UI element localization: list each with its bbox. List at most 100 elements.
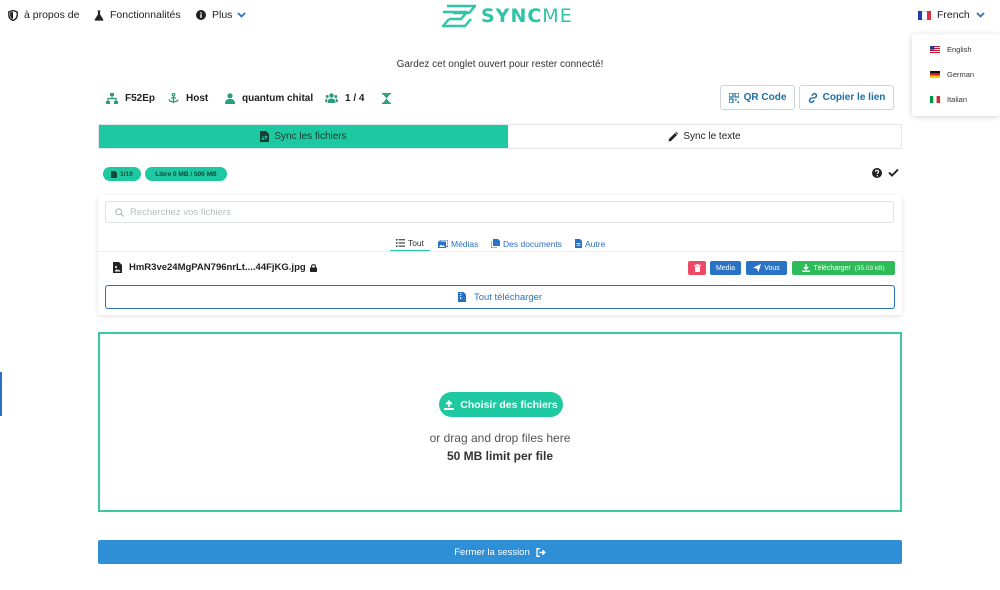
file-archive-icon <box>457 292 466 302</box>
choose-files-label: Choisir des fichiers <box>460 398 558 411</box>
file-drop-zone[interactable]: Choisir des fichiers or drag and drop fi… <box>98 332 902 512</box>
network-icon <box>106 92 118 104</box>
close-session-label: Fermer la session <box>454 546 530 558</box>
tab-sync-text[interactable]: Sync le texte <box>508 125 901 148</box>
file-row: HmR3ve24MgPAN796nrLt....44FjKG.jpg Media… <box>98 257 902 279</box>
drag-drop-hint: or drag and drop files here <box>429 431 571 445</box>
file-type-badge[interactable]: Media <box>710 261 741 275</box>
window-edge-indicator <box>0 372 2 416</box>
chevron-down-icon <box>237 12 247 18</box>
file-image-icon <box>113 262 122 273</box>
tab-sync-text-label: Sync le texte <box>683 131 741 142</box>
filter-media[interactable]: Médias <box>438 235 478 252</box>
file-name-text: HmR3ve24MgPAN796nrLt....44FjKG.jpg <box>129 262 306 273</box>
italy-flag-icon <box>930 96 940 103</box>
syncme-logo[interactable]: SYNCME <box>441 4 573 28</box>
language-option-english[interactable]: English <box>930 45 972 54</box>
nav-features-label: Fonctionnalités <box>110 9 181 21</box>
file-sync-icon <box>260 131 270 142</box>
nav-about[interactable]: à propos de <box>8 9 79 21</box>
hourglass-icon <box>382 92 391 104</box>
copy-link-label: Copier le lien <box>822 92 886 103</box>
file-count-text: 1/10 <box>120 170 133 178</box>
session-id: F52Ep <box>106 91 155 105</box>
germany-flag-icon <box>930 71 940 78</box>
question-circle-icon[interactable] <box>872 168 882 178</box>
filter-media-label: Médias <box>451 238 479 249</box>
participant-count: 1 / 4 <box>325 91 364 105</box>
filter-other-label: Autre <box>585 238 606 249</box>
participant-count-text: 1 / 4 <box>345 92 365 104</box>
lock-icon <box>309 263 317 272</box>
filter-documents[interactable]: Des documents <box>491 235 562 252</box>
session-id-text: F52Ep <box>125 92 156 104</box>
file-type-filters: Tout Médias Des documents Autre <box>98 235 902 252</box>
nav-about-label: à propos de <box>24 9 80 21</box>
file-size: (35.03 kB) <box>854 264 885 272</box>
top-nav: à propos de Fonctionnalités Plus SYNCME … <box>0 0 1000 32</box>
tab-sync-files[interactable]: Sync les fichiers <box>99 125 508 148</box>
search-input[interactable] <box>130 206 830 218</box>
copy-link-button[interactable]: Copier le lien <box>799 85 894 110</box>
download-all-button[interactable]: Tout télécharger <box>105 285 895 309</box>
list-icon <box>395 238 405 247</box>
language-menu: English German Italian <box>912 34 1000 116</box>
documents-icon <box>491 239 500 248</box>
session-role: Host <box>168 91 208 105</box>
session-user: quantum chital <box>225 91 313 105</box>
qr-code-button[interactable]: QR Code <box>720 85 795 110</box>
language-option-italian[interactable]: Italian <box>930 95 967 104</box>
france-flag-icon <box>918 10 931 20</box>
anchor-icon <box>168 92 179 103</box>
nav-features[interactable]: Fonctionnalités <box>94 9 181 21</box>
file-sender-label: Vous <box>764 264 780 272</box>
download-all-label: Tout télécharger <box>473 291 543 303</box>
session-role-text: Host <box>186 92 209 104</box>
qr-code-label: QR Code <box>743 92 787 103</box>
search-box <box>105 201 894 223</box>
session-timer <box>382 91 398 105</box>
check-icon[interactable] <box>888 168 899 177</box>
sync-mode-tabs: Sync les fichiers Sync le texte <box>98 124 902 149</box>
shield-icon <box>8 9 18 21</box>
nav-more-dropdown[interactable]: Plus <box>196 9 247 21</box>
chevron-down-icon <box>976 12 985 18</box>
file-icon <box>111 170 118 178</box>
sign-out-icon <box>536 547 546 557</box>
file-count-badge: 1/10 <box>103 167 141 181</box>
file-size-limit: 50 MB limit per file <box>446 449 554 463</box>
file-alt-icon <box>575 239 582 248</box>
file-name[interactable]: HmR3ve24MgPAN796nrLt....44FjKG.jpg <box>129 262 317 273</box>
file-list-panel: Tout Médias Des documents Autre HmR3ve24… <box>98 195 902 315</box>
language-option-label: Italian <box>947 95 968 104</box>
close-session-button[interactable]: Fermer la session <box>98 540 902 564</box>
language-option-label: English <box>947 45 972 54</box>
filter-all[interactable]: Tout <box>390 235 430 252</box>
logo-me-text: ME <box>542 5 573 27</box>
free-space-badge: Libre 0 MB / 500 MB <box>145 167 227 181</box>
download-file-button[interactable]: Télécharger (35.03 kB) <box>792 261 895 275</box>
images-icon <box>438 239 448 248</box>
logo-mark-icon <box>441 4 477 28</box>
qrcode-icon <box>728 92 739 103</box>
link-icon <box>808 92 817 103</box>
language-option-german[interactable]: German <box>930 70 974 79</box>
info-circle-icon <box>196 10 206 20</box>
language-option-label: German <box>947 70 975 79</box>
trash-icon <box>693 264 701 272</box>
file-type-label: Media <box>715 264 736 272</box>
us-flag-icon <box>930 46 940 53</box>
filter-other[interactable]: Autre <box>575 235 605 252</box>
delete-file-button[interactable] <box>688 261 706 275</box>
filter-all-label: Tout <box>407 237 425 248</box>
paper-plane-icon <box>753 264 762 272</box>
free-space-text: Libre 0 MB / 500 MB <box>155 170 217 178</box>
file-sender-badge[interactable]: Vous <box>746 261 787 275</box>
divider <box>98 251 902 252</box>
logo-sync-text: SYNC <box>481 5 543 27</box>
session-user-text: quantum chital <box>242 92 314 104</box>
users-icon <box>325 93 338 103</box>
choose-files-button[interactable]: Choisir des fichiers <box>439 392 563 417</box>
tab-sync-files-label: Sync les fichiers <box>274 131 347 142</box>
language-selector[interactable]: French <box>918 9 985 21</box>
